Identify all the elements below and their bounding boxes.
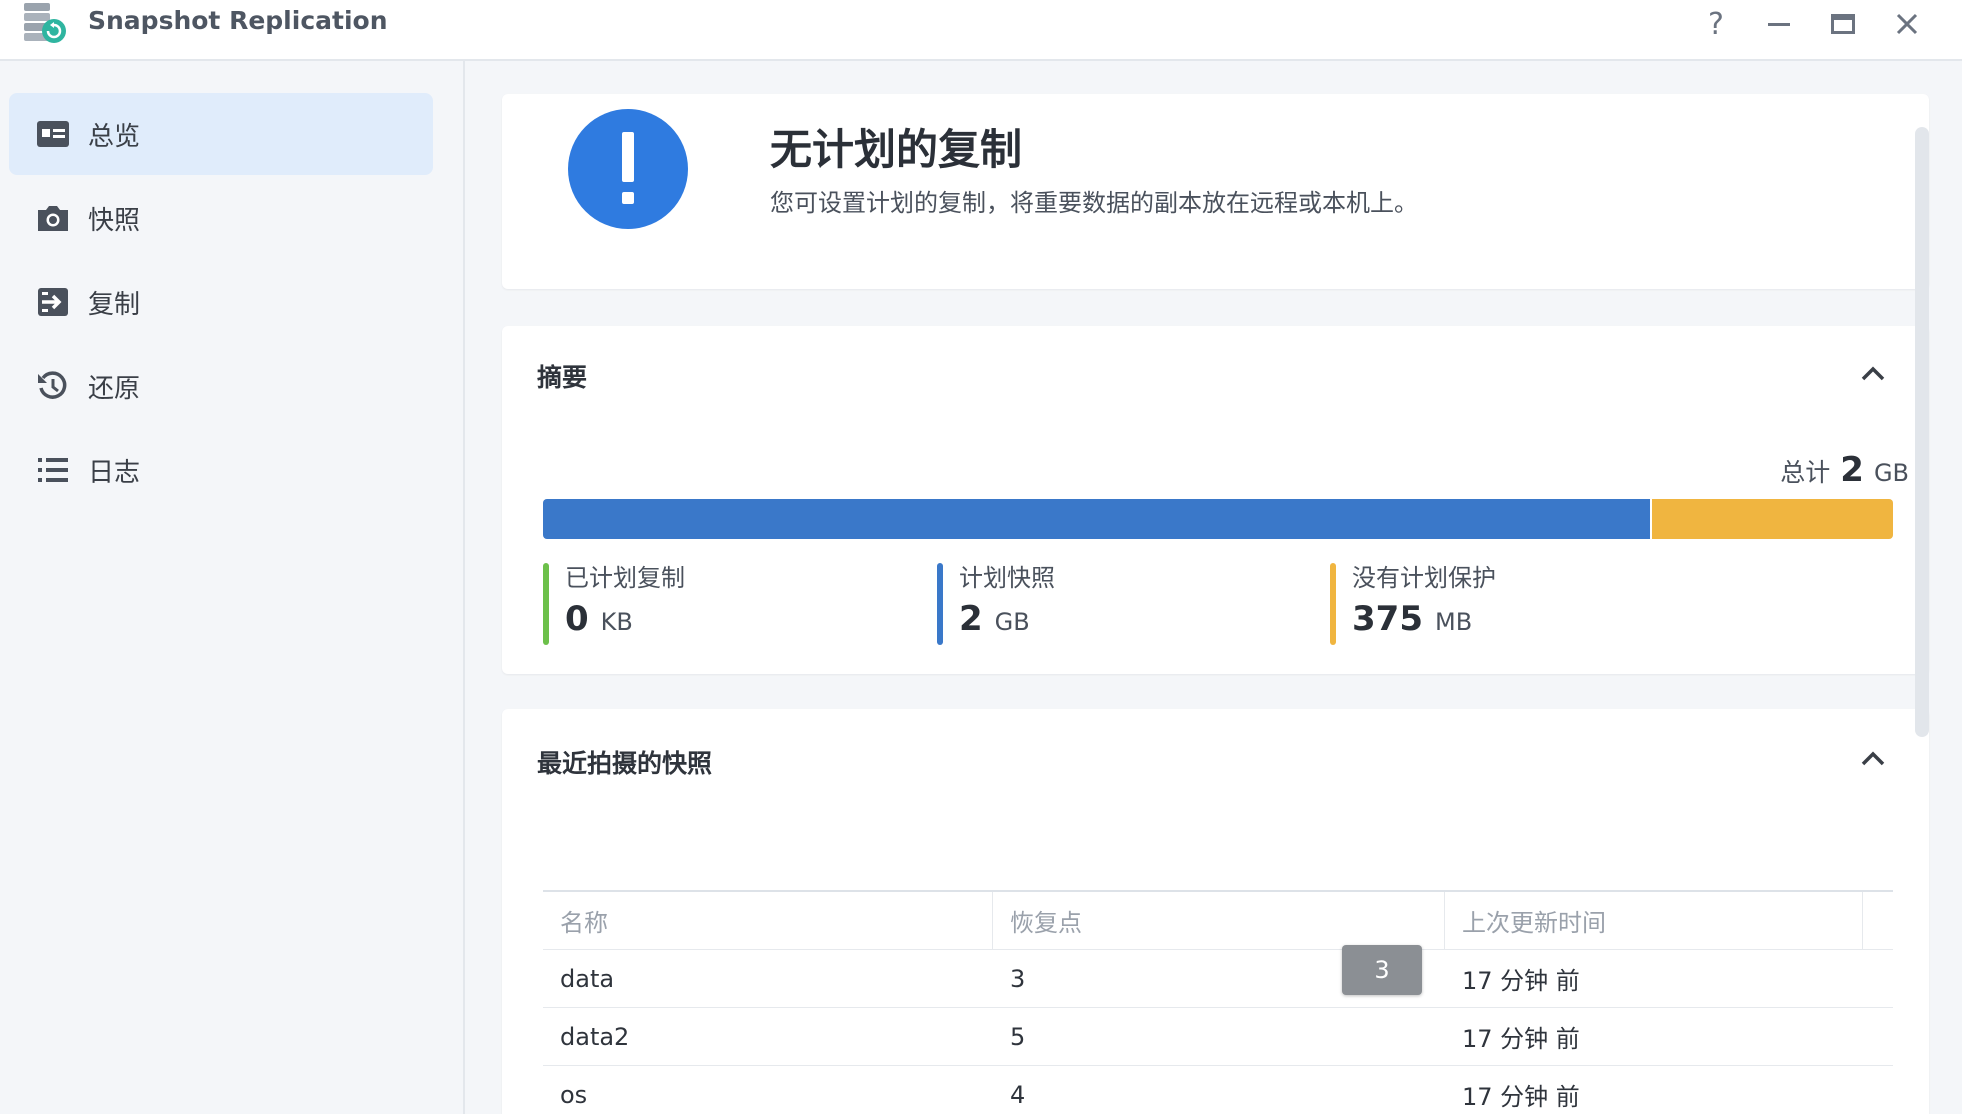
legend-color-bar bbox=[937, 563, 943, 645]
sidebar-item-label: 还原 bbox=[88, 373, 141, 404]
cell-name: data2 bbox=[560, 1022, 630, 1051]
minimize-button[interactable] bbox=[1757, 4, 1801, 44]
list-icon bbox=[34, 451, 72, 489]
legend-label: 没有计划保护 bbox=[1352, 564, 1496, 592]
cell-name: os bbox=[560, 1080, 588, 1109]
help-button[interactable]: ? bbox=[1694, 4, 1738, 44]
chevron-up-icon[interactable] bbox=[1859, 745, 1887, 773]
status-card: 无计划的复制 您可设置计划的复制，将重要数据的副本放在远程或本机上。 bbox=[502, 94, 1929, 289]
cell-restore-points: 5 bbox=[1010, 1022, 1026, 1051]
table-row[interactable]: data2 5 17 分钟 前 bbox=[543, 1008, 1893, 1066]
cell-last-updated: 17 分钟 前 bbox=[1462, 1083, 1580, 1111]
usage-bar bbox=[543, 499, 1893, 539]
legend-color-bar bbox=[543, 563, 549, 645]
sidebar-item-label: 总览 bbox=[88, 121, 141, 152]
column-header-spacer bbox=[1863, 892, 1893, 949]
total-usage: 总计 2 GB bbox=[1780, 450, 1909, 490]
legend-color-bar bbox=[1330, 563, 1336, 645]
legend-value: 0 bbox=[565, 599, 589, 639]
app-icon bbox=[20, 1, 68, 45]
column-header-restore-points[interactable]: 恢复点 bbox=[993, 892, 1445, 949]
legend-unit: MB bbox=[1434, 608, 1473, 636]
close-icon bbox=[1896, 13, 1918, 35]
summary-header: 摘要 bbox=[537, 363, 588, 392]
total-value: 2 bbox=[1840, 450, 1864, 490]
legend-value: 2 bbox=[959, 599, 983, 639]
sidebar-item-label: 日志 bbox=[88, 457, 141, 488]
sidebar-item-overview[interactable]: 总览 bbox=[9, 93, 433, 175]
legend-unit: GB bbox=[994, 608, 1030, 636]
usage-segment-unprotected bbox=[1650, 499, 1893, 539]
overview-icon bbox=[34, 115, 72, 153]
minimize-icon bbox=[1768, 23, 1790, 26]
legend-scheduled-snapshots: 计划快照 2 GB bbox=[937, 563, 1055, 645]
app-title: Snapshot Replication bbox=[88, 6, 388, 35]
table-row[interactable]: data 3 17 分钟 前 bbox=[543, 950, 1893, 1008]
tooltip: 3 bbox=[1342, 945, 1422, 995]
legend-label: 已计划复制 bbox=[565, 564, 685, 592]
cell-restore-points: 4 bbox=[1010, 1080, 1026, 1109]
scrollbar[interactable] bbox=[1915, 127, 1929, 737]
total-label: 总计 bbox=[1780, 458, 1831, 487]
sidebar-item-label: 复制 bbox=[88, 289, 141, 320]
sidebar-item-snapshots[interactable]: 快照 bbox=[9, 177, 433, 259]
column-header-name[interactable]: 名称 bbox=[543, 892, 993, 949]
sidebar: 总览 快照 复制 还原 日志 bbox=[0, 61, 465, 1114]
title-bar: Snapshot Replication ? bbox=[0, 0, 1962, 61]
camera-icon bbox=[34, 199, 72, 237]
status-title: 无计划的复制 bbox=[770, 125, 1023, 174]
total-unit: GB bbox=[1873, 459, 1909, 487]
legend-label: 计划快照 bbox=[959, 564, 1055, 592]
recent-snapshots-card: 最近拍摄的快照 名称 恢复点 上次更新时间 data 3 17 分钟 前 dat… bbox=[502, 709, 1929, 1114]
column-header-last-updated[interactable]: 上次更新时间 bbox=[1445, 892, 1863, 949]
legend-unprotected: 没有计划保护 375 MB bbox=[1330, 563, 1496, 645]
snapshots-table: 名称 恢复点 上次更新时间 data 3 17 分钟 前 data2 5 17 … bbox=[543, 890, 1893, 1114]
legend-value: 375 bbox=[1352, 599, 1423, 639]
legend-unit: KB bbox=[600, 608, 633, 636]
summary-card: 摘要 总计 2 GB 已计划复制 0 KB 计划快照 2 GB 没有计划保护 3… bbox=[502, 326, 1929, 674]
maximize-button[interactable] bbox=[1821, 4, 1865, 44]
maximize-icon bbox=[1831, 14, 1855, 34]
exclamation-icon bbox=[568, 109, 688, 229]
sidebar-item-label: 快照 bbox=[88, 205, 141, 236]
usage-segment-snapshots bbox=[543, 499, 1650, 539]
sidebar-item-restore[interactable]: 还原 bbox=[9, 345, 433, 427]
legend-replicated: 已计划复制 0 KB bbox=[543, 563, 685, 645]
sidebar-item-log[interactable]: 日志 bbox=[9, 429, 433, 511]
status-description: 您可设置计划的复制，将重要数据的副本放在远程或本机上。 bbox=[770, 189, 1418, 217]
chevron-up-icon[interactable] bbox=[1859, 360, 1887, 388]
replication-icon bbox=[34, 283, 72, 321]
restore-icon bbox=[34, 367, 72, 405]
sidebar-item-replication[interactable]: 复制 bbox=[9, 261, 433, 343]
recent-snapshots-header: 最近拍摄的快照 bbox=[537, 749, 713, 778]
close-button[interactable] bbox=[1885, 4, 1929, 44]
main-content: 无计划的复制 您可设置计划的复制，将重要数据的副本放在远程或本机上。 摘要 总计… bbox=[467, 61, 1962, 1114]
cell-last-updated: 17 分钟 前 bbox=[1462, 1025, 1580, 1053]
table-row[interactable]: os 4 17 分钟 前 bbox=[543, 1066, 1893, 1114]
cell-last-updated: 17 分钟 前 bbox=[1462, 967, 1580, 995]
cell-name: data bbox=[560, 964, 615, 993]
table-header-row: 名称 恢复点 上次更新时间 bbox=[543, 892, 1893, 950]
